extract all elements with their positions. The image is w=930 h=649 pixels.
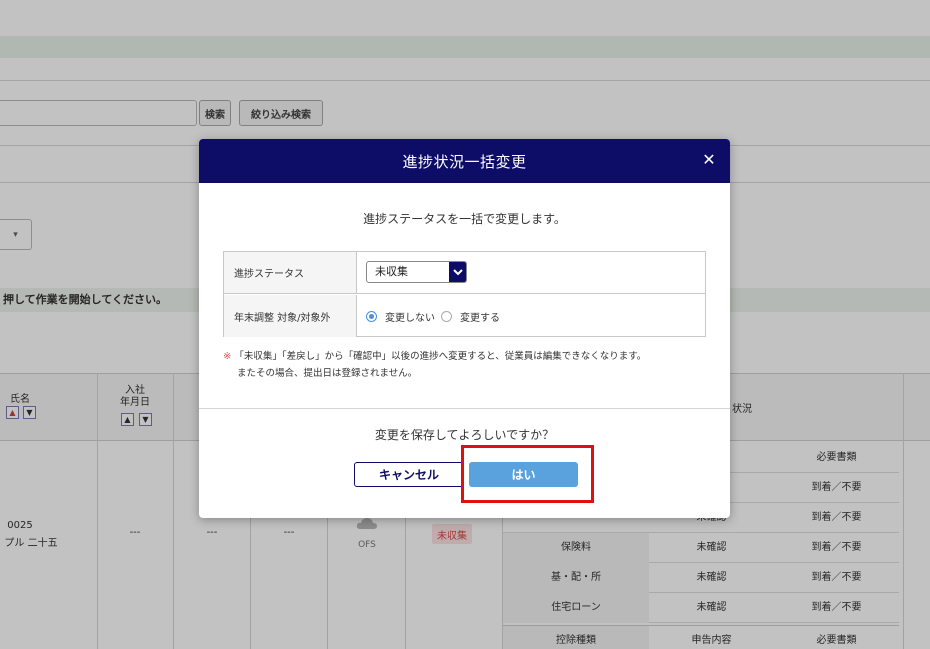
chevron-down-icon [449,262,466,282]
status-label: 進捗ステータス [224,252,357,293]
warning-line-2: またその場合、提出日は登録されません。 [237,368,418,379]
form-table: 進捗ステータス 未収集 年末調整 対象/対象外 変更しない 変更する [223,251,706,337]
warning-line-1: 「未収集」「差戻し」から「確認中」以後の進捗へ変更すると、従業員は編集できなくな… [234,351,647,362]
year-end-row: 年末調整 対象/対象外 変更しない 変更する [224,295,705,337]
modal-lead-text: 進捗ステータスを一括で変更します。 [363,212,566,226]
radio-change[interactable] [441,310,452,322]
radio-no-change-label[interactable]: 変更しない [385,309,435,324]
status-row: 進捗ステータス 未収集 [224,252,705,294]
close-icon[interactable]: ✕ [700,151,718,169]
year-end-radio-group: 変更しない 変更する [366,295,506,337]
cancel-button[interactable]: キャンセル [354,462,464,487]
status-select[interactable]: 未収集 [366,261,467,283]
radio-change-label[interactable]: 変更する [460,309,500,324]
radio-no-change[interactable] [366,310,377,322]
divider [199,408,730,409]
confirm-text: 変更を保存してよろしいですか？ [374,428,555,442]
highlight-box [461,445,594,503]
modal-header: 進捗状況一括変更 ✕ [199,139,730,183]
status-select-value: 未収集 [375,265,408,278]
modal-title: 進捗状況一括変更 [402,152,527,171]
warning-mark-icon: ※ [223,351,232,362]
year-end-label: 年末調整 対象/対象外 [224,295,357,337]
warning-text: ※ 「未収集」「差戻し」から「確認中」以後の進捗へ変更すると、従業員は編集できなく… [223,348,713,382]
